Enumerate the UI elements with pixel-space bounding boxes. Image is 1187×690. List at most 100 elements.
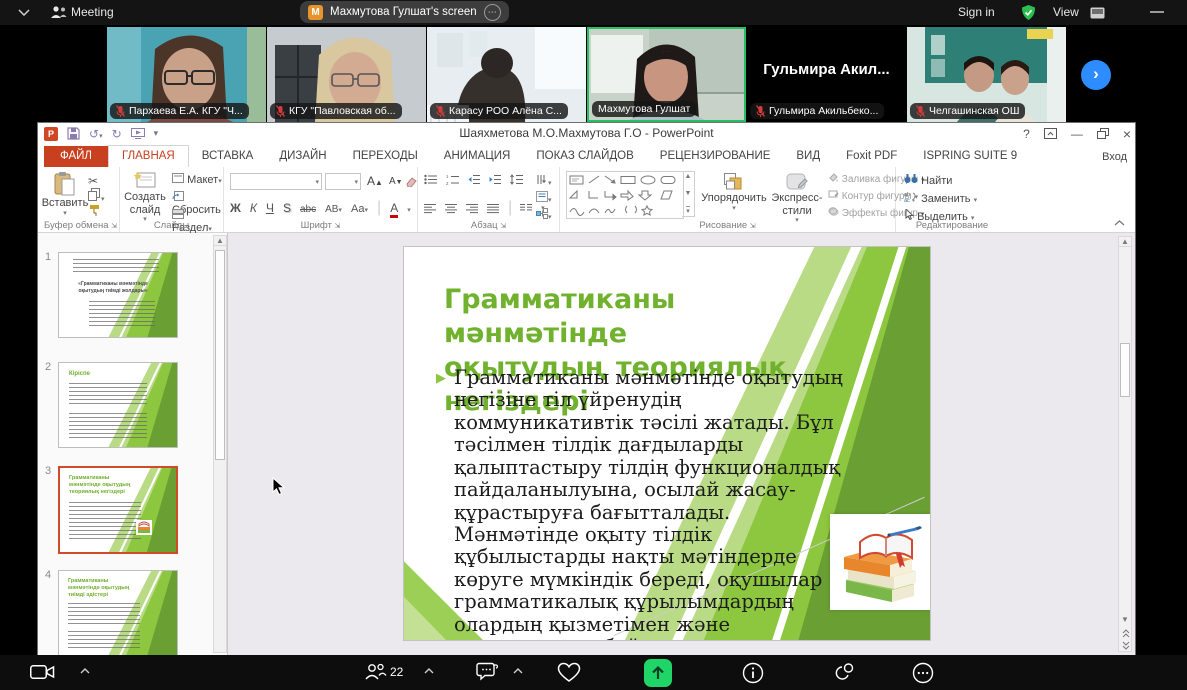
font-name-combo[interactable]: ▾ [230,173,322,190]
decrease-indent-icon[interactable] [468,174,481,185]
align-center-icon[interactable] [445,203,458,214]
minimize-button[interactable]: — [1071,127,1083,141]
previous-slide-button[interactable] [1122,629,1130,638]
share-screen-button[interactable] [644,659,672,687]
slide-thumbnail-2[interactable]: Кіріспе [58,362,178,448]
slide-body-textbox[interactable]: ▶ Грамматиканы мәнмәтінде оқытудың негіз… [436,367,854,640]
align-left-icon[interactable] [424,203,437,214]
tab-foxit-pdf[interactable]: Foxit PDF [833,146,910,167]
dialog-launcher[interactable]: ⇲ [750,223,756,230]
tab-review[interactable]: РЕЦЕНЗИРОВАНИЕ [647,146,784,167]
more-button[interactable] [912,662,934,684]
collapse-ribbon-button[interactable] [1114,220,1125,226]
tab-design[interactable]: ДИЗАЙН [266,146,339,167]
shield-check-icon[interactable] [1020,4,1037,21]
change-case-button[interactable]: Аа▾ [351,203,368,215]
meeting-menu[interactable]: Meeting [71,0,114,25]
dialog-launcher[interactable]: ⇲ [500,223,506,230]
next-videos-button[interactable]: › [1081,60,1111,90]
font-size-combo[interactable]: ▾ [325,173,361,190]
arrange-button[interactable]: Упорядочить▾ [702,172,766,213]
character-spacing-button[interactable]: АВ▾ [325,204,342,215]
tab-home[interactable]: ГЛАВНАЯ [108,145,189,167]
bold-button[interactable]: Ж [230,201,241,215]
video-options-chevron[interactable] [80,668,90,674]
sign-in-button[interactable]: Sign in [958,0,995,25]
tab-view[interactable]: ВИД [783,146,833,167]
pill-more-button[interactable]: ⋯ [484,4,501,21]
view-button[interactable]: View [1053,0,1079,25]
italic-button[interactable]: К [250,201,257,215]
scroll-up-arrow[interactable]: ▲ [214,236,226,246]
tab-file[interactable]: ФАЙЛ [44,146,108,167]
tab-ispring[interactable]: ISPRING SUITE 9 [910,146,1030,167]
tab-animations[interactable]: АНИМАЦИЯ [431,146,524,167]
quick-styles-button[interactable]: Экспресс-стили▾ [768,172,826,225]
participants-button[interactable] [364,663,387,681]
text-direction-button[interactable]: ▾ [536,172,552,190]
dialog-launcher[interactable]: ⇲ [111,223,117,230]
scrollbar-thumb[interactable] [215,250,225,460]
tab-transitions[interactable]: ПЕРЕХОДЫ [340,146,431,167]
chat-options-chevron[interactable] [513,668,523,674]
restore-button[interactable] [1097,128,1109,139]
participants-options-chevron[interactable] [424,668,434,674]
chevron-down-icon[interactable] [18,9,30,16]
align-right-icon[interactable] [466,203,479,214]
info-button[interactable] [742,662,764,684]
font-color-dropdown[interactable]: ▾ [407,206,411,214]
underline-button[interactable]: Ч [266,201,274,215]
justify-icon[interactable] [487,203,500,214]
slide-thumbnail-1[interactable]: «Грамматиканы мәнмәтінде оқытудың тиімді… [58,252,178,338]
slide-thumbnail-3-selected[interactable]: Грамматиканы мәнмәтінде оқытудың теориял… [58,466,178,554]
video-camera-button[interactable] [30,663,55,681]
participant-tile-3[interactable]: Карасу РОО Алёна С... [427,27,586,122]
shapes-scroll[interactable]: ▲▼▾ [682,171,695,217]
close-button[interactable]: × [1123,126,1131,142]
align-text-button[interactable]: ▾ [536,189,552,207]
numbering-icon[interactable]: 12 [446,174,460,185]
chat-button[interactable] [476,662,498,682]
slide-thumbnail-4[interactable]: Грамматиканы мәнмәтінде оқытудың тиімді … [58,570,178,655]
font-color-button[interactable]: А [390,201,398,218]
shapes-gallery[interactable] [566,171,684,219]
help-button[interactable]: ? [1023,127,1030,141]
apps-button[interactable] [833,663,855,683]
new-slide-button[interactable]: Создать слайд▾ [122,171,168,224]
dialog-launcher[interactable]: ⇲ [335,223,341,230]
next-slide-button[interactable] [1122,641,1130,650]
participant-tile-5[interactable]: Гульмира Акил... Гульмира Акильбеко... [747,27,906,122]
bullets-icon[interactable] [424,174,438,185]
tab-insert[interactable]: ВСТАВКА [189,146,267,167]
participant-tile-4-active-speaker[interactable]: Махмутова Гулшат [587,27,746,122]
increase-indent-icon[interactable] [489,174,502,185]
increase-font-button[interactable]: А▲ [367,174,383,188]
text-shadow-button[interactable]: S [283,201,291,215]
scroll-up-arrow[interactable]: ▲ [1119,237,1131,247]
ribbon-display-options-button[interactable] [1044,128,1057,139]
replace-button[interactable]: abac Заменить ▾ [904,191,977,205]
participant-tile-6[interactable]: Челгашинская ОШ [907,27,1066,122]
slide-scrollbar[interactable]: ▲ ▼ [1118,236,1132,652]
reactions-heart-button[interactable] [557,662,581,683]
find-button[interactable]: Найти [904,173,952,187]
strikethrough-button[interactable]: abc [300,204,316,215]
minimize-button[interactable] [1150,11,1164,13]
tab-slideshow[interactable]: ПОКАЗ СЛАЙДОВ [523,146,646,167]
scroll-down-arrow[interactable]: ▼ [1119,615,1131,624]
clear-formatting-button[interactable] [406,174,417,192]
participant-tile-2[interactable]: КГУ "Павловская об... [267,27,426,122]
layout-button[interactable]: Макет▾ [172,173,222,186]
columns-icon[interactable] [520,203,533,214]
thumbnail-scrollbar[interactable]: ▲ [213,235,227,653]
account-sign-in[interactable]: Вход [1102,151,1127,163]
slide-canvas[interactable]: Грамматиканы мәнмәтінде оқытудың теориял… [404,247,930,640]
window-title: Шаяхметова М.О.Махмутова Г.О - PowerPoin… [38,123,1135,144]
paste-button[interactable]: Вставить▾ [46,171,84,218]
line-spacing-icon[interactable] [510,174,524,185]
slide-number: 2 [45,361,51,373]
layout-icon [172,173,184,183]
scrollbar-thumb[interactable] [1120,343,1130,397]
decrease-font-button[interactable]: А▼ [389,176,403,187]
participant-tile-1[interactable]: Пархаева Е.А. КГУ "Ч... [107,27,266,122]
